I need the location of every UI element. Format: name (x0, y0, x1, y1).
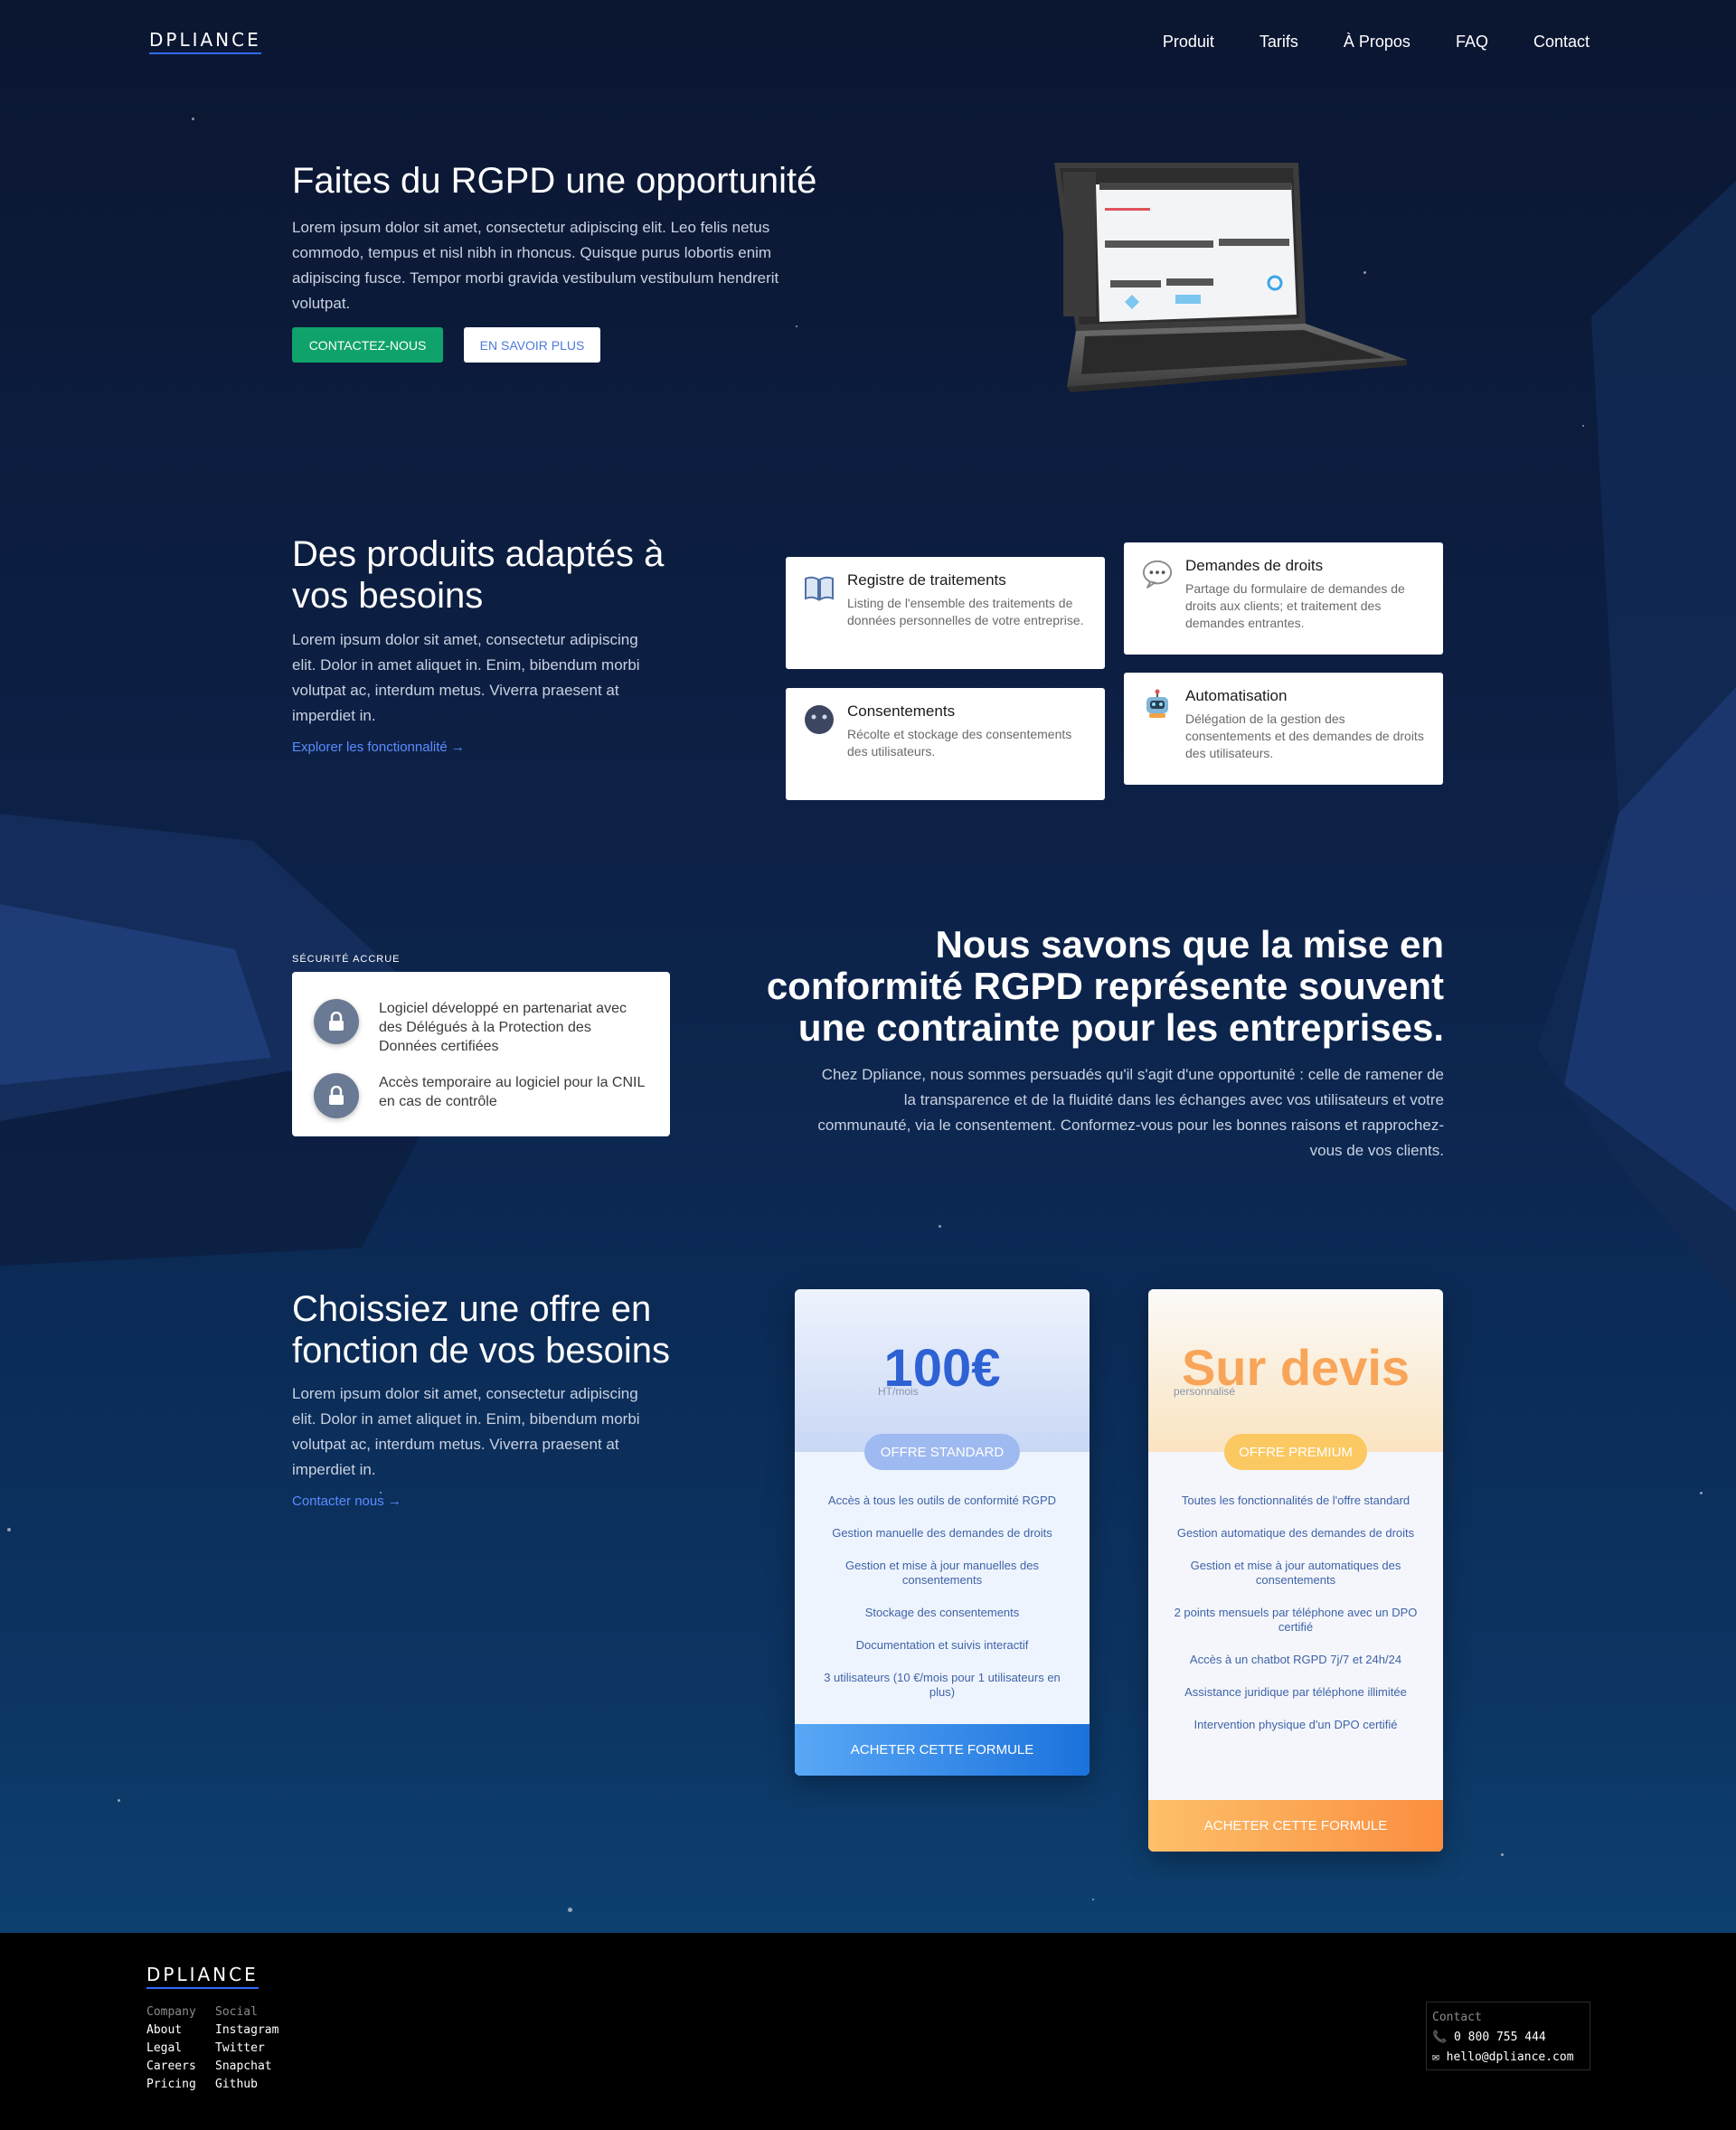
footer: DPLIANCE Company About Legal Careers Pri… (0, 1933, 1736, 2130)
security-item: Logiciel développé en partenariat avec d… (314, 999, 648, 1057)
feature-card-consentements[interactable]: Consentements Récolte et stockage des co… (786, 688, 1105, 800)
plan-feature: Accès à un chatbot RGPD 7j/7 et 24h/24 (1189, 1653, 1402, 1666)
plan-badge: OFFRE PREMIUM (1224, 1434, 1367, 1470)
plan-price: 100€ (883, 1339, 1001, 1398)
security-item: Accès temporaire au logiciel pour la CNI… (314, 1073, 648, 1118)
plan-feature: Toutes les fonctionnalités de l'offre st… (1181, 1494, 1410, 1507)
plan-feature: 2 points mensuels par téléphone avec un … (1174, 1606, 1418, 1634)
security-card: Logiciel développé en partenariat avec d… (292, 972, 670, 1136)
plan-badge: OFFRE STANDARD (864, 1434, 1020, 1470)
contact-us-link[interactable]: Contacter nous → (292, 1494, 401, 1509)
face-icon (804, 704, 835, 735)
plan-price-unit: HT/mois (878, 1385, 919, 1398)
footer-logo[interactable]: DPLIANCE (146, 1964, 259, 1989)
brand-logo[interactable]: DPLIANCE (149, 29, 261, 54)
plan-feature: Gestion manuelle des demandes de droits (832, 1526, 1052, 1540)
plan-feature: Documentation et suivis interactif (855, 1638, 1029, 1652)
security-item-text: Logiciel développé en partenariat avec d… (379, 1001, 627, 1054)
footer-link-pricing[interactable]: Pricing (146, 2076, 196, 2094)
feature-card-text: Partage du formulaire de demandes de dro… (1185, 581, 1405, 630)
buy-premium-button[interactable]: ACHETER CETTE FORMULE (1148, 1800, 1443, 1852)
feature-card-title: Automatisation (1185, 687, 1288, 704)
footer-contact-heading: Contact (1432, 2011, 1482, 2024)
nav-link-produit[interactable]: Produit (1163, 33, 1214, 52)
security-item-text: Accès temporaire au logiciel pour la CNI… (379, 1075, 645, 1109)
plan-features: Accès à tous les outils de conformité RG… (795, 1452, 1090, 1700)
feature-card-title: Registre de traitements (847, 571, 1006, 589)
plan-feature: Accès à tous les outils de conformité RG… (827, 1494, 1057, 1507)
footer-column-heading: Social (215, 2005, 258, 2019)
plan-features: Toutes les fonctionnalités de l'offre st… (1148, 1452, 1443, 1732)
hero-text: Lorem ipsum dolor sit amet, consectetur … (292, 219, 779, 312)
security-label: SÉCURITÉ ACCRUE (292, 954, 401, 965)
speech-bubble-icon (1142, 559, 1173, 589)
plan-feature: Gestion et mise à jour manuelles des con… (845, 1559, 1039, 1587)
footer-social-column: Social Instagram Twitter Snapchat Github (215, 2003, 278, 2094)
laptop-illustration (1049, 159, 1416, 392)
footer-email[interactable]: ✉ hello@dpliance.com (1432, 2048, 1584, 2068)
plan-standard-card: 100€ HT/mois OFFRE STANDARD Accès à tous… (795, 1289, 1090, 1776)
nav-link-a-propos[interactable]: À Propos (1344, 33, 1410, 52)
plan-header: 100€ HT/mois (795, 1289, 1090, 1452)
plan-feature: Stockage des consentements (864, 1606, 1020, 1619)
statement-title: Nous savons que la mise en conformité RG… (766, 923, 1444, 1049)
feature-card-text: Listing de l'ensemble des traitements de… (847, 596, 1084, 627)
products-text: Lorem ipsum dolor sit amet, consectetur … (292, 631, 640, 724)
plan-feature: Gestion automatique des demandes de droi… (1176, 1526, 1415, 1540)
plan-feature: 3 utilisateurs (10 €/mois pour 1 utilisa… (824, 1671, 1061, 1699)
feature-card-text: Récolte et stockage des consentements de… (847, 727, 1072, 759)
robot-icon (1142, 689, 1173, 720)
contact-us-button[interactable]: CONTACTEZ-NOUS (292, 327, 443, 363)
pricing-text: Lorem ipsum dolor sit amet, consectetur … (292, 1385, 640, 1478)
nav-link-contact[interactable]: Contact (1533, 33, 1590, 52)
nav-link-faq[interactable]: FAQ (1456, 33, 1488, 52)
plan-feature: Assistance juridique par téléphone illim… (1184, 1685, 1407, 1699)
footer-link-instagram[interactable]: Instagram (215, 2022, 278, 2040)
feature-card-title: Consentements (847, 702, 956, 720)
footer-link-about[interactable]: About (146, 2022, 196, 2040)
plan-premium-card: Sur devis personnalisé OFFRE PREMIUM Tou… (1148, 1289, 1443, 1852)
lock-icon (314, 999, 359, 1044)
footer-link-careers[interactable]: Careers (146, 2058, 196, 2076)
products-title: Des produits adaptés à vos besoins (292, 534, 665, 616)
buy-standard-button[interactable]: ACHETER CETTE FORMULE (795, 1724, 1090, 1776)
feature-card-registre[interactable]: Registre de traitements Listing de l'ens… (786, 557, 1105, 669)
learn-more-button[interactable]: EN SAVOIR PLUS (464, 327, 600, 363)
footer-link-twitter[interactable]: Twitter (215, 2040, 278, 2058)
book-icon (804, 573, 835, 604)
hero-title: Faites du RGPD une opportunité (292, 161, 817, 201)
footer-column-heading: Company (146, 2005, 196, 2019)
footer-contact-box: Contact 📞 0 800 755 444 ✉ hello@dpliance… (1426, 2002, 1590, 2070)
lock-icon (314, 1073, 359, 1118)
plan-header: Sur devis personnalisé (1148, 1289, 1443, 1452)
plan-price-unit: personnalisé (1174, 1385, 1236, 1398)
nav-link-tarifs[interactable]: Tarifs (1260, 33, 1298, 52)
top-navigation: DPLIANCE Produit Tarifs À Propos FAQ Con… (0, 0, 1736, 87)
feature-card-automatisation[interactable]: Automatisation Délégation de la gestion … (1124, 673, 1443, 785)
feature-card-text: Délégation de la gestion des consentemen… (1185, 712, 1424, 760)
footer-company-column: Company About Legal Careers Pricing (146, 2003, 196, 2094)
feature-card-title: Demandes de droits (1185, 557, 1324, 574)
footer-link-snapchat[interactable]: Snapchat (215, 2058, 278, 2076)
feature-card-demandes[interactable]: Demandes de droits Partage du formulaire… (1124, 542, 1443, 655)
nav-menu: Produit Tarifs À Propos FAQ Contact (1163, 33, 1590, 52)
pricing-title: Choissiez une offre en fonction de vos b… (292, 1289, 671, 1371)
footer-link-legal[interactable]: Legal (146, 2040, 196, 2058)
plan-feature: Gestion et mise à jour automatiques des … (1190, 1559, 1401, 1587)
footer-link-github[interactable]: Github (215, 2076, 278, 2094)
statement-text: Chez Dpliance, nous sommes persuadés qu'… (817, 1066, 1444, 1159)
plan-feature: Intervention physique d'un DPO certifié (1194, 1718, 1398, 1731)
footer-phone[interactable]: 📞 0 800 755 444 (1432, 2028, 1584, 2048)
explore-features-link[interactable]: Explorer les fonctionnalité → (292, 740, 465, 755)
